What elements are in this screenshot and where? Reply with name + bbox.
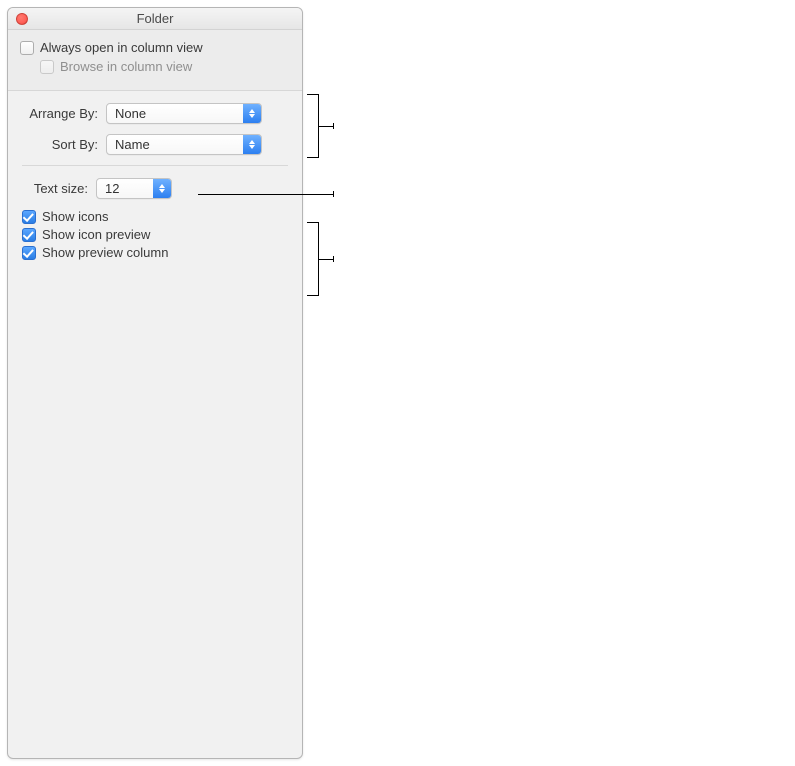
updown-icon [243,135,261,154]
show-icons-row: Show icons [22,209,288,224]
browse-label: Browse in column view [60,59,192,74]
show-preview-column-label: Show preview column [42,245,168,260]
arrange-row: Arrange By: None [22,103,288,124]
sort-popup[interactable]: Name [106,134,262,155]
arrange-popup[interactable]: None [106,103,262,124]
show-preview-column-checkbox[interactable] [22,246,36,260]
show-icon-preview-row: Show icon preview [22,227,288,242]
top-section: Always open in column view Browse in col… [8,30,302,91]
browse-row: Browse in column view [20,59,290,74]
show-preview-column-row: Show preview column [22,245,288,260]
show-icons-label: Show icons [42,209,108,224]
always-open-checkbox[interactable] [20,41,34,55]
titlebar: Folder [8,8,302,30]
always-open-row: Always open in column view [20,40,290,55]
updown-icon [153,179,171,198]
options-group: Show icons Show icon preview Show previe… [22,209,288,260]
show-icons-checkbox[interactable] [22,210,36,224]
annotation-line [319,259,333,260]
textsize-row: Text size: 12 [22,178,288,199]
arrange-value: None [115,106,146,121]
textsize-popup[interactable]: 12 [96,178,172,199]
mid-section: Arrange By: None Sort By: Name Text size… [8,91,302,265]
close-button[interactable] [16,13,28,25]
always-open-label: Always open in column view [40,40,203,55]
updown-icon [243,104,261,123]
textsize-value: 12 [105,181,119,196]
browse-checkbox [40,60,54,74]
annotation-tick [333,256,334,262]
window-content: Always open in column view Browse in col… [8,30,302,265]
annotation-bracket [307,94,319,158]
show-icon-preview-label: Show icon preview [42,227,150,242]
textsize-label: Text size: [22,181,96,196]
window-title: Folder [137,11,174,26]
view-options-window: Folder Always open in column view Browse… [7,7,303,759]
sort-row: Sort By: Name [22,134,288,155]
sort-value: Name [115,137,150,152]
arrange-label: Arrange By: [22,106,106,121]
annotation-tick [333,123,334,129]
show-icon-preview-checkbox[interactable] [22,228,36,242]
divider [22,165,288,166]
annotation-line [319,126,333,127]
annotation-bracket [307,222,319,296]
annotation-tick [333,191,334,197]
sort-label: Sort By: [22,137,106,152]
